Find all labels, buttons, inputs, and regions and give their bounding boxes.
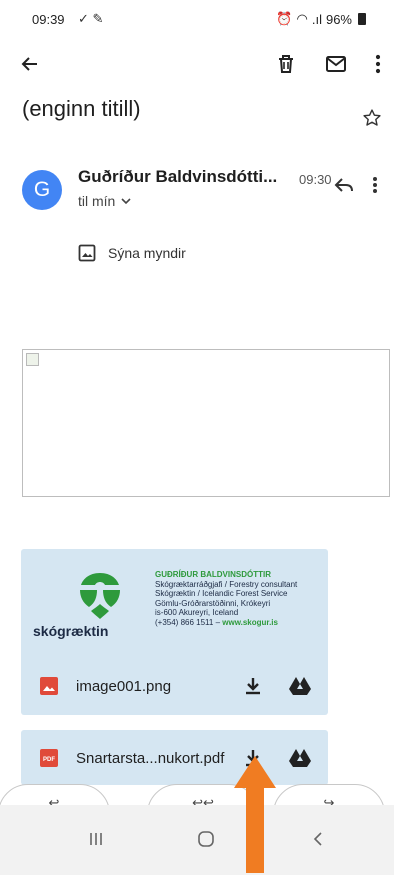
- alarm-icon: ⏰: [276, 11, 293, 26]
- avatar[interactable]: G: [22, 170, 62, 210]
- battery-icon: [358, 13, 366, 25]
- email-time: 09:30: [299, 172, 332, 187]
- back-arrow-icon[interactable]: [14, 48, 46, 80]
- battery-level: 96%: [325, 11, 352, 27]
- forest-logo-icon: [80, 573, 120, 619]
- pdf-badge-label: PDF: [43, 757, 55, 763]
- wifi-icon: ◠: [296, 11, 308, 26]
- signature-line: is-600 Akureyri, Iceland: [155, 608, 239, 617]
- star-icon[interactable]: [362, 108, 382, 133]
- back-button[interactable]: [298, 819, 338, 859]
- back-chevron-icon: [313, 832, 322, 846]
- home-button[interactable]: [186, 819, 226, 859]
- attachment-card-image[interactable]: skógræktin GUÐRÍÐUR BALDVINSDÓTTIR Skógr…: [21, 549, 328, 715]
- email-toolbar: [0, 44, 394, 84]
- signature-preview: skógræktin GUÐRÍÐUR BALDVINSDÓTTIR Skógr…: [21, 549, 328, 645]
- sender-name: Guðríður Baldvinsdótti...: [78, 167, 278, 186]
- show-images-label: Sýna myndir: [108, 245, 186, 261]
- delete-icon[interactable]: [270, 48, 302, 80]
- chevron-down-icon: [121, 197, 131, 204]
- show-images-button[interactable]: Sýna myndir: [78, 244, 186, 262]
- annotation-arrow: [234, 756, 276, 873]
- status-indicators: ⏰ ◠ .ıl 96%: [276, 11, 366, 27]
- broken-image-placeholder: [22, 349, 390, 497]
- signature-line: Gömlu-Gróðrarstöðinni, Krókeyri: [155, 598, 271, 608]
- logo-text: skógræktin: [33, 623, 109, 639]
- mark-unread-icon[interactable]: [320, 48, 352, 80]
- home-icon: [198, 831, 214, 847]
- attachment-row: PDF Snartarsta...nukort.pdf: [21, 738, 328, 778]
- status-bar: 09:39 ✓ ✎ ⏰ ◠ .ıl 96%: [0, 0, 394, 40]
- recipient-toggle[interactable]: til mín: [78, 193, 131, 209]
- broken-image-icon: [26, 353, 39, 366]
- download-icon[interactable]: [245, 677, 261, 695]
- signature-text: GUÐRÍÐUR BALDVINSDÓTTIR Skógræktarráðgja…: [155, 570, 297, 627]
- signature-phone: (+354) 866 1511: [155, 617, 214, 627]
- signature-line: Skógræktarráðgjafi / Forestry consultant: [155, 579, 298, 589]
- attachment-name: image001.png: [76, 677, 172, 695]
- drive-icon[interactable]: [289, 749, 311, 767]
- signature-contact: (+354) 866 1511 – www.skogur.is: [155, 617, 278, 627]
- drive-icon[interactable]: [289, 677, 311, 695]
- attachment-card-pdf[interactable]: PDF Snartarsta...nukort.pdf: [21, 730, 328, 785]
- system-nav-bar: [0, 805, 394, 875]
- message-more-icon[interactable]: [372, 176, 378, 199]
- status-time: 09:39: [32, 12, 65, 27]
- signature-name: GUÐRÍÐUR BALDVINSDÓTTIR: [155, 570, 271, 579]
- image-file-icon: [40, 677, 58, 695]
- recent-apps-icon: [90, 833, 102, 845]
- image-icon: [78, 244, 96, 262]
- signal-icon: .ıl: [311, 11, 322, 27]
- attachment-name: Snartarsta...nukort.pdf: [76, 749, 225, 767]
- reply-icon[interactable]: [333, 176, 355, 199]
- recipient-label: til mín: [78, 193, 116, 209]
- signature-web: www.skogur.is: [222, 617, 278, 627]
- pdf-file-icon: PDF: [40, 749, 58, 767]
- recent-apps-button[interactable]: [76, 819, 116, 859]
- more-options-icon[interactable]: [362, 48, 394, 80]
- email-subject: (enginn titill): [22, 96, 141, 121]
- notification-icons: ✓ ✎: [78, 11, 104, 26]
- signature-line: Skógræktin / Icelandic Forest Service: [155, 589, 288, 598]
- attachment-row: image001.png: [21, 666, 328, 706]
